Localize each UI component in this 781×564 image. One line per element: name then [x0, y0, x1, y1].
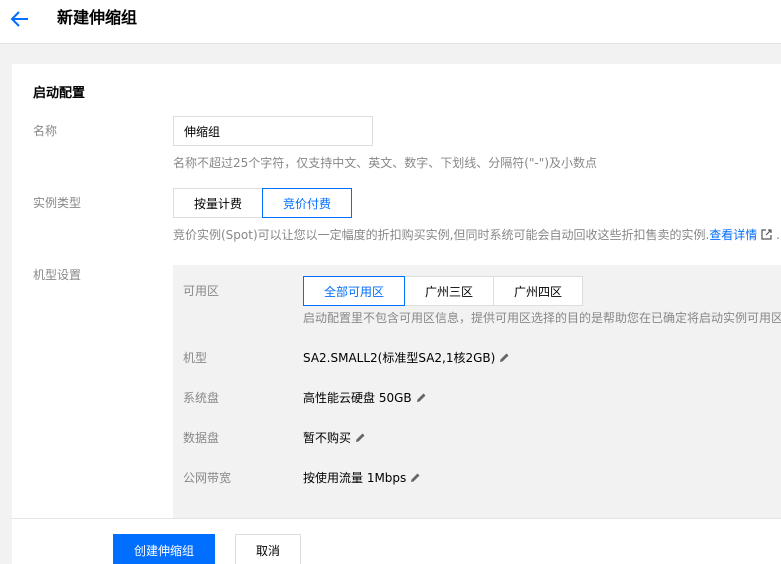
zone-hint: 启动配置里不包含可用区信息，提供可用区选择的目的是帮助您在已确定将启动实例可用区	[303, 311, 781, 325]
bandwidth-value: 按使用流量 1Mbps	[303, 471, 407, 485]
zone-selector: 全部可用区 广州三区 广州四区	[303, 276, 583, 306]
name-label: 名称	[33, 124, 58, 138]
cancel-button[interactable]: 取消	[235, 534, 301, 564]
data-disk-value-row: 暂不购买	[303, 430, 366, 446]
machine-settings-label: 机型设置	[33, 268, 82, 282]
instance-type-label: 实例类型	[33, 196, 82, 210]
create-scaling-group-button[interactable]: 创建伸缩组	[113, 534, 215, 564]
view-details-link[interactable]: 查看详情	[709, 228, 757, 242]
edit-data-disk-icon[interactable]	[355, 432, 366, 443]
hint-period: .	[772, 228, 780, 242]
pay-as-you-go-option[interactable]: 按量计费	[173, 188, 263, 218]
edit-model-icon[interactable]	[499, 352, 510, 363]
model-value-row: SA2.SMALL2(标准型SA2,1核2GB)	[303, 350, 510, 366]
system-disk-value-row: 高性能云硬盘 50GB	[303, 390, 427, 406]
instance-type-selector: 按量计费 竞价付费	[173, 188, 352, 218]
page-title: 新建伸缩组	[57, 8, 138, 27]
section-title: 启动配置	[33, 86, 86, 101]
spot-hint-text: 竞价实例(Spot)可以让您以一定幅度的折扣购买实例,但同时系统可能会自动回收这…	[173, 228, 710, 242]
edit-system-disk-icon[interactable]	[416, 392, 427, 403]
zone-gz3-option[interactable]: 广州三区	[404, 276, 494, 306]
zone-all-option[interactable]: 全部可用区	[303, 276, 405, 306]
back-arrow-icon[interactable]	[10, 10, 30, 28]
model-label: 机型	[183, 351, 208, 365]
zone-label: 可用区	[183, 284, 220, 298]
data-disk-label: 数据盘	[183, 431, 220, 445]
system-disk-label: 系统盘	[183, 391, 220, 405]
system-disk-value: 高性能云硬盘 50GB	[303, 391, 412, 405]
external-link-icon[interactable]	[761, 229, 772, 240]
bandwidth-label: 公网带宽	[183, 471, 232, 485]
instance-type-hint: 竞价实例(Spot)可以让您以一定幅度的折扣购买实例,但同时系统可能会自动回收这…	[173, 227, 780, 243]
zone-gz4-option[interactable]: 广州四区	[493, 276, 583, 306]
spot-option[interactable]: 竞价付费	[262, 188, 352, 218]
model-value: SA2.SMALL2(标准型SA2,1核2GB)	[303, 351, 496, 365]
name-input[interactable]	[173, 116, 373, 146]
edit-bandwidth-icon[interactable]	[410, 472, 421, 483]
name-hint: 名称不超过25个字符，仅支持中文、英文、数字、下划线、分隔符("-")及小数点	[173, 156, 598, 170]
top-bar: 新建伸缩组	[0, 0, 781, 44]
bandwidth-value-row: 按使用流量 1Mbps	[303, 470, 421, 486]
data-disk-value: 暂不购买	[303, 431, 352, 445]
